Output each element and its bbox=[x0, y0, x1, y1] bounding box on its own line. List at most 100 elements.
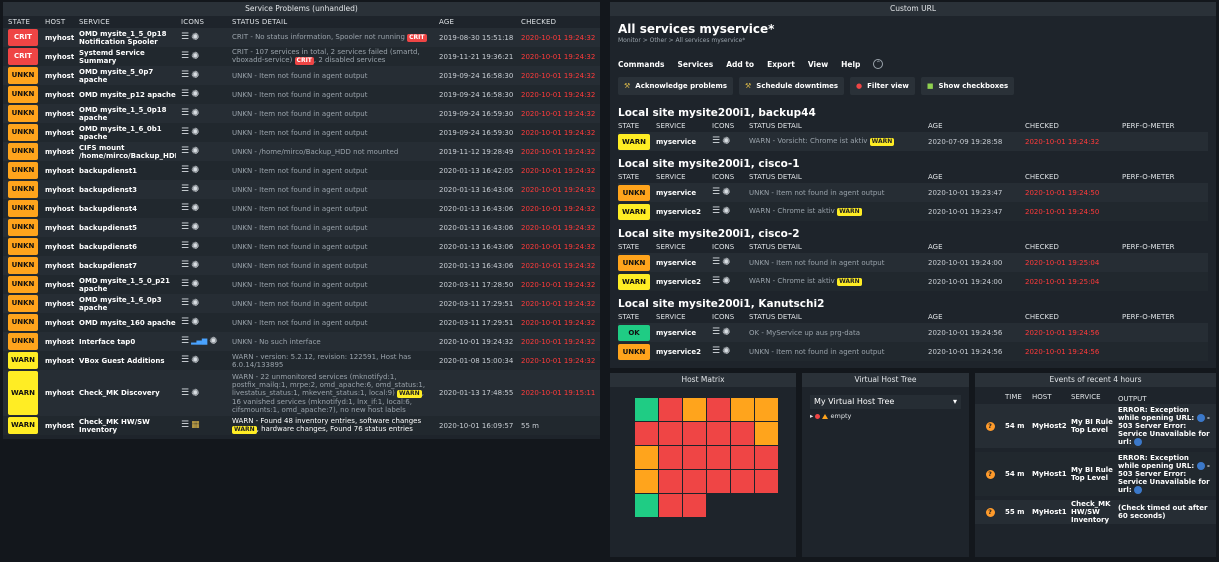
check-icon[interactable]: ✺ bbox=[722, 137, 730, 147]
check-icon[interactable]: ✺ bbox=[191, 90, 199, 100]
host-cell[interactable] bbox=[683, 422, 706, 445]
globe-icon[interactable] bbox=[1196, 462, 1205, 470]
menu-icon[interactable]: ☰ bbox=[712, 277, 720, 286]
table-row[interactable]: UNKN myservice2 ☰ ✺ UNKN - Item not found in… bbox=[618, 342, 1208, 361]
service-link[interactable]: backupdienst5 bbox=[74, 218, 176, 237]
table-row[interactable]: UNKN myhost OMD mysite_5_0p7 apache ☰ ✺ UNKN … bbox=[3, 66, 600, 85]
table-row[interactable]: WARN myhost VBox Guest Additions ☰ ✺ WARN - v… bbox=[3, 351, 600, 370]
check-icon[interactable]: ✺ bbox=[191, 185, 199, 195]
host-cell[interactable] bbox=[659, 446, 682, 469]
host-cell[interactable] bbox=[683, 398, 706, 421]
menu-icon[interactable]: ☰ bbox=[181, 388, 189, 398]
menu-item-view[interactable]: View bbox=[808, 60, 828, 69]
menu-icon[interactable]: ☰ bbox=[712, 347, 720, 356]
host-cell[interactable] bbox=[755, 446, 778, 469]
host-link[interactable]: myhost bbox=[40, 256, 74, 275]
host-link[interactable]: myhost bbox=[40, 161, 74, 180]
service-link[interactable]: myservice bbox=[656, 329, 712, 337]
table-row[interactable]: UNKN myhost backupdienst4 ☰ ✺ UNKN - Item not… bbox=[3, 199, 600, 218]
check-icon[interactable]: ✺ bbox=[722, 328, 730, 338]
event-host[interactable]: MyHost1 bbox=[1032, 470, 1071, 478]
tree-node[interactable]: ▸ empty bbox=[810, 412, 961, 420]
menu-icon[interactable]: ☰ bbox=[181, 185, 189, 194]
host-cell[interactable] bbox=[707, 470, 730, 493]
event-service[interactable]: My BI Rule Top Level bbox=[1071, 466, 1118, 482]
host-cell[interactable] bbox=[731, 470, 754, 493]
breadcrumb[interactable]: Monitor > Other > All services myservice… bbox=[618, 37, 1208, 44]
host-link[interactable]: myhost bbox=[40, 416, 74, 435]
check-icon[interactable]: ✺ bbox=[191, 52, 199, 62]
event-service[interactable]: Check_MK HW/SW Inventory bbox=[1071, 500, 1118, 524]
host-link[interactable]: myhost bbox=[40, 47, 74, 66]
menu-icon[interactable]: ☰ bbox=[712, 188, 720, 197]
table-row[interactable]: WARN myhost Check_MK Discovery ☰ ✺ WARN - 22 … bbox=[3, 370, 600, 416]
check-icon[interactable]: ✺ bbox=[191, 166, 199, 176]
menu-icon[interactable]: ☰ bbox=[181, 421, 189, 430]
menu-icon[interactable]: ☰ bbox=[181, 356, 189, 365]
table-row[interactable]: UNKN myservice ☰ ✺ UNKN - Item not found in … bbox=[618, 183, 1208, 202]
service-link[interactable]: OMD mysite_1_6_0b1 apache bbox=[74, 123, 176, 142]
table-row[interactable]: UNKN myhost OMD mysite_1_5_0p18 apache ☰ ✺ UN… bbox=[3, 104, 600, 123]
menu-item-services[interactable]: Services bbox=[678, 60, 714, 69]
check-icon[interactable]: ✺ bbox=[191, 109, 199, 119]
service-link[interactable]: myservice bbox=[656, 189, 712, 197]
menu-item-export[interactable]: Export bbox=[767, 60, 795, 69]
table-row[interactable]: UNKN myhost OMD mysite_p12 apache ☰ ✺ UNKN - … bbox=[3, 85, 600, 104]
host-link[interactable]: myhost bbox=[40, 180, 74, 199]
graph-icon[interactable]: ▂▄▆ bbox=[191, 337, 207, 346]
check-icon[interactable]: ✺ bbox=[191, 356, 199, 366]
table-row[interactable]: UNKN myhost backupdienst5 ☰ ✺ UNKN - Item not… bbox=[3, 218, 600, 237]
event-row[interactable]: ? 55 m MyHost1 Check_MK HW/SW Inventory (Che… bbox=[975, 500, 1216, 524]
check-icon[interactable]: ✺ bbox=[191, 128, 199, 138]
service-link[interactable]: VBox Guest Additions bbox=[74, 351, 176, 370]
menu-icon[interactable]: ☰ bbox=[181, 71, 189, 80]
menu-icon[interactable]: ☰ bbox=[181, 109, 189, 118]
menu-item-help[interactable]: Help bbox=[841, 60, 860, 69]
collapse-up-icon[interactable]: ⌃ bbox=[873, 59, 884, 69]
menu-icon[interactable]: ☰ bbox=[181, 166, 189, 175]
inventory-icon[interactable]: ▦ bbox=[191, 421, 200, 430]
menu-icon[interactable]: ☰ bbox=[181, 33, 189, 42]
menu-icon[interactable]: ☰ bbox=[712, 258, 720, 267]
service-link[interactable]: myservice2 bbox=[656, 348, 712, 356]
table-row[interactable]: CRIT myhost Systemd Service Summary ☰ ✺ CRIT … bbox=[3, 47, 600, 66]
menu-icon[interactable]: ☰ bbox=[181, 242, 189, 251]
host-cell[interactable] bbox=[635, 422, 658, 445]
host-cell[interactable] bbox=[707, 398, 730, 421]
host-cell[interactable] bbox=[659, 398, 682, 421]
menu-icon[interactable]: ☰ bbox=[181, 261, 189, 270]
event-row[interactable]: ? 54 m MyHost1 My BI Rule Top Level ERROR: E… bbox=[975, 452, 1216, 496]
menu-icon[interactable]: ☰ bbox=[181, 318, 189, 327]
schedule-downtimes-button[interactable]: ⚒ Schedule downtimes bbox=[739, 77, 845, 95]
table-row[interactable]: WARN myhost Check_MK HW/SW Inventory ☰ ▦ WARN… bbox=[3, 416, 600, 435]
service-link[interactable]: OMD mysite_p12 apache bbox=[74, 85, 176, 104]
service-link[interactable]: OMD mysite_160 apache bbox=[74, 313, 176, 332]
host-link[interactable]: myhost bbox=[40, 123, 74, 142]
table-row[interactable]: UNKN myhost backupdienst1 ☰ ✺ UNKN - Item not… bbox=[3, 161, 600, 180]
host-cell[interactable] bbox=[683, 446, 706, 469]
host-cell[interactable] bbox=[755, 470, 778, 493]
globe-icon[interactable] bbox=[1134, 438, 1143, 446]
menu-icon[interactable]: ☰ bbox=[181, 52, 189, 61]
service-link[interactable]: OMD mysite_1_5_0_p21 apache bbox=[74, 275, 176, 294]
check-icon[interactable]: ✺ bbox=[191, 147, 199, 157]
host-cell[interactable] bbox=[707, 422, 730, 445]
host-link[interactable]: myhost bbox=[40, 85, 74, 104]
host-link[interactable]: myhost bbox=[40, 104, 74, 123]
check-icon[interactable]: ✺ bbox=[191, 242, 199, 252]
table-row[interactable]: WARN myservice2 ☰ ✺ WARN - Chrome ist aktiv … bbox=[618, 202, 1208, 221]
check-icon[interactable]: ✺ bbox=[722, 188, 730, 198]
host-cell[interactable] bbox=[731, 422, 754, 445]
host-link[interactable]: myhost bbox=[40, 66, 74, 85]
event-host[interactable]: MyHost2 bbox=[1032, 422, 1071, 430]
host-cell[interactable] bbox=[683, 494, 706, 517]
menu-icon[interactable]: ☰ bbox=[181, 299, 189, 308]
table-row[interactable]: UNKN myhost OMD mysite_1_6_0b1 apache ☰ ✺ UNK… bbox=[3, 123, 600, 142]
service-link[interactable]: Check_MK Discovery bbox=[74, 370, 176, 416]
event-row[interactable]: ? 54 m MyHost2 My BI Rule Top Level ERROR: E… bbox=[975, 404, 1216, 448]
host-cell[interactable] bbox=[659, 470, 682, 493]
menu-item-add-to[interactable]: Add to bbox=[726, 60, 754, 69]
service-link[interactable]: OMD mysite_1_5_0p18 Notification Spooler bbox=[74, 28, 176, 47]
check-icon[interactable]: ✺ bbox=[191, 299, 199, 309]
event-host[interactable]: MyHost1 bbox=[1032, 508, 1071, 516]
